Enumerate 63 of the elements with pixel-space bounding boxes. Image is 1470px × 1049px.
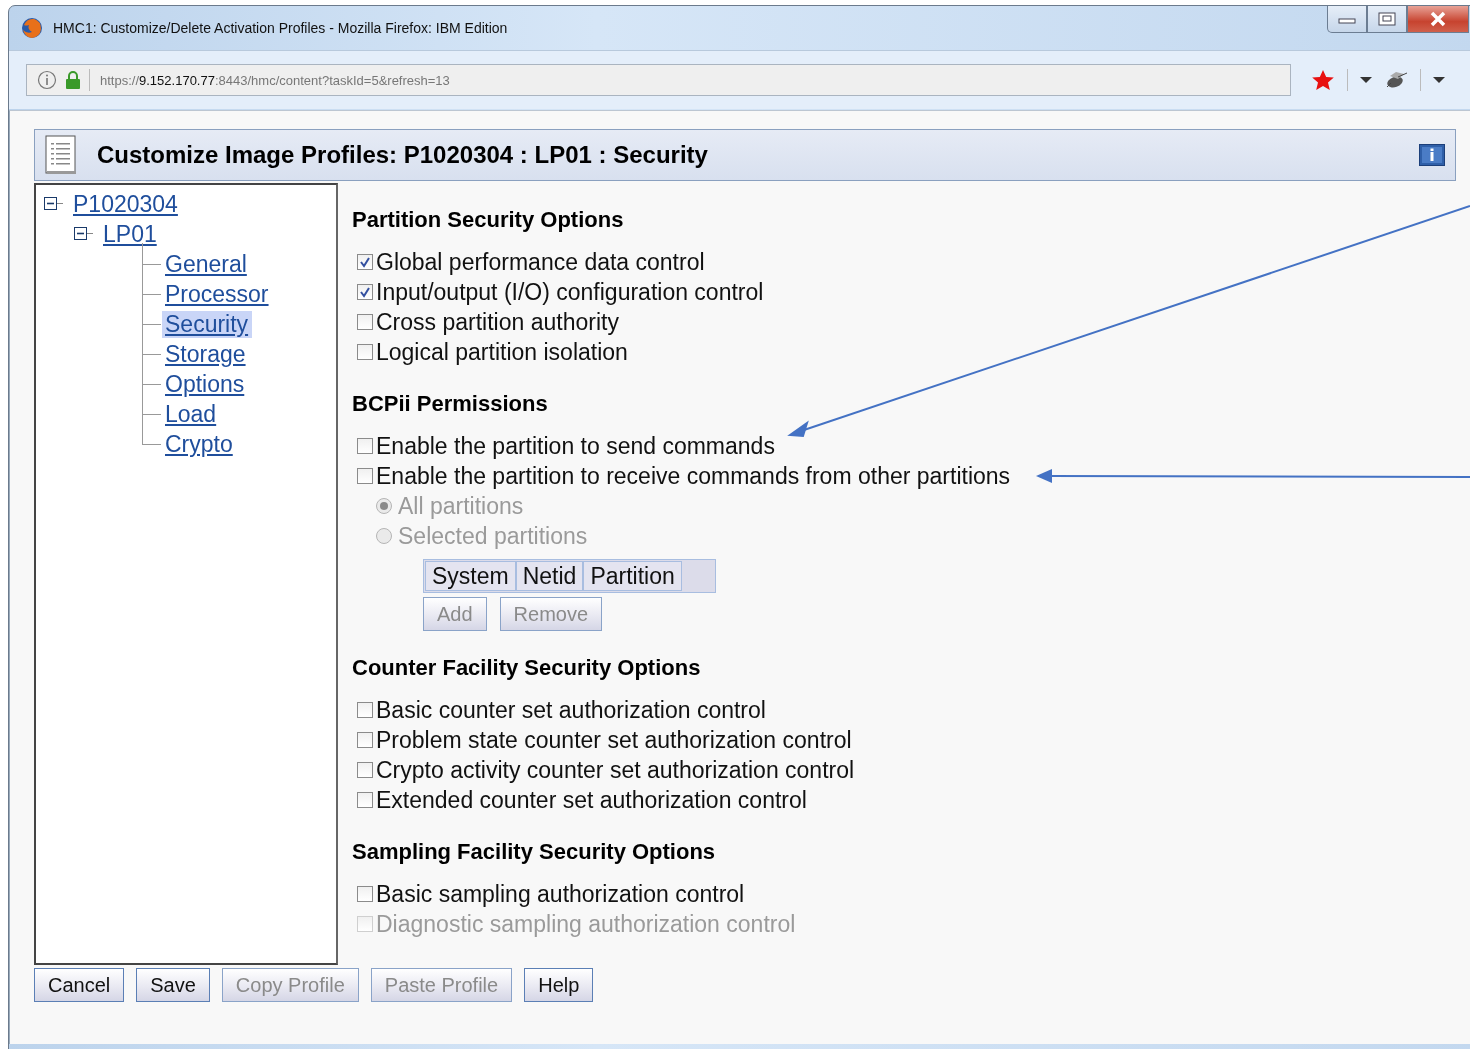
checkbox-label: Enable the partition to receive commands from other partitions [376,462,1011,490]
button[interactable]: Help [524,968,594,1002]
checkbox-label: Cross partition authority [376,308,619,336]
maximize-icon [1378,12,1396,26]
tree-item[interactable]: Options [162,370,249,398]
checkbox-label: Basic sampling authorization control [376,880,745,908]
section-heading: Partition Security Options [352,206,625,234]
tree-item[interactable]: LP01 [100,220,161,248]
address-field[interactable]: https://9.152.170.77:8443/hmc/content?taskId=5&refresh=13 [26,64,1291,96]
minimize-button[interactable] [1327,6,1367,33]
checkbox-label: Logical partition isolation [376,338,628,366]
section-heading: BCPii Permissions [352,390,549,418]
page-title: Customize Image Profiles: P1020304 : LP01 : Security [97,141,709,169]
checkbox[interactable] [357,314,373,330]
column-header[interactable]: Partition [583,561,682,591]
checkbox[interactable] [357,762,373,778]
close-button[interactable] [1407,6,1469,33]
checkbox[interactable] [357,886,373,902]
checkbox[interactable] [357,732,373,748]
checkbox-label: Global performance data control [376,248,705,276]
column-header[interactable]: System [425,561,516,591]
collapse-icon[interactable] [74,227,94,241]
collapse-icon[interactable] [44,197,64,211]
maximize-button[interactable] [1367,6,1407,33]
checkbox-label: Problem state counter set authorization control [376,726,852,754]
checkbox-label: Extended counter set authorization control [376,786,807,814]
bookmark-star-icon[interactable] [1311,69,1335,91]
checkbox[interactable] [357,468,373,484]
checkbox[interactable] [357,792,373,808]
info-icon[interactable] [1419,144,1445,166]
checkbox-label: Crypto activity counter set authorization control [376,756,855,784]
checkbox[interactable] [357,702,373,718]
checkbox-label: Enable the partition to send commands [376,432,775,460]
section-heading: Sampling Facility Security Options [352,838,717,866]
url-text: https://9.152.170.77:8443/hmc/content?taskId=5&refresh=13 [100,72,450,88]
tree-item[interactable]: Security [162,310,253,338]
checkbox[interactable] [357,344,373,360]
tree-item[interactable]: Crypto [162,430,237,458]
radio-label: Selected partitions [398,522,588,550]
tree-item[interactable]: Load [162,400,221,428]
tree-item[interactable]: Storage [162,340,250,368]
lock-icon [65,71,81,89]
tree-item[interactable]: General [162,250,251,278]
browser-logo-icon [21,17,43,39]
column-header[interactable]: Netid [515,561,584,591]
tree-item[interactable]: P1020304 [70,190,182,218]
window-title: HMC1: Customize/Delete Activation Profiles - Mozilla Firefox: IBM Edition [53,20,508,36]
caret-icon[interactable] [1360,77,1372,83]
close-icon [1429,11,1447,27]
document-list-icon [45,135,77,175]
checkbox[interactable] [357,254,373,270]
fly-icon[interactable] [1384,71,1408,89]
button[interactable]: Save [136,968,210,1002]
checkbox[interactable] [357,438,373,454]
checkbox-label: Input/output (I/O) configuration control [376,278,764,306]
section-heading: Counter Facility Security Options [352,654,702,682]
checkbox-label: Basic counter set authorization control [376,696,766,724]
checkbox[interactable] [357,284,373,300]
checkbox-label: Diagnostic sampling authorization control [376,910,796,938]
radio-label: All partitions [398,492,524,520]
caret-icon[interactable] [1433,77,1445,83]
button[interactable]: Cancel [34,968,125,1002]
tree-item[interactable]: Processor [162,280,273,308]
